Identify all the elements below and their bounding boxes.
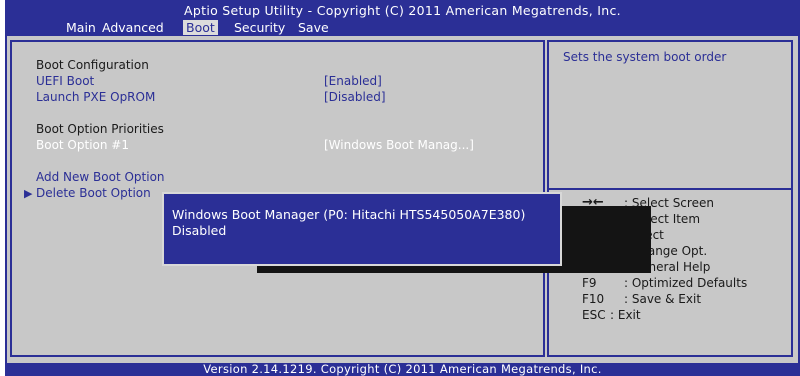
pxe-label: Launch PXE OpROM — [36, 90, 156, 104]
uefi-boot-value[interactable]: [Enabled] — [324, 74, 382, 89]
key-label: F10 — [582, 292, 605, 306]
key-description: : Exit — [610, 308, 641, 322]
pxe-value[interactable]: [Disabled] — [324, 90, 386, 105]
app-title: Aptio Setup Utility - Copyright (C) 2011… — [184, 3, 621, 18]
bios-setup-screen: Aptio Setup Utility - Copyright (C) 2011… — [5, 0, 800, 376]
tab-boot[interactable]: Boot — [183, 20, 218, 35]
key-label: F9 — [582, 276, 597, 290]
boot-option-1-value[interactable]: [Windows Boot Manag...] — [324, 138, 474, 153]
key-label: ESC — [582, 308, 606, 322]
popup-option-disabled[interactable]: Disabled — [172, 223, 226, 238]
version-footer: Version 2.14.1219. Copyright (C) 2011 Am… — [203, 362, 602, 376]
tab-security[interactable]: Security — [231, 20, 288, 35]
help-panel: Sets the system boot order →← : Select S… — [547, 40, 793, 357]
uefi-boot-label: UEFI Boot — [36, 74, 95, 88]
section-label: Boot Option Priorities — [36, 122, 164, 136]
tab-save-exit[interactable]: Save & Exit — [295, 20, 332, 65]
popup-option-windows-boot-manager[interactable]: Windows Boot Manager (P0: Hitachi HTS545… — [172, 207, 525, 222]
tab-advanced[interactable]: Advanced — [99, 20, 167, 35]
header-bar: Aptio Setup Utility - Copyright (C) 2011… — [5, 0, 800, 65]
key-description: : Optimized Defaults — [624, 276, 748, 290]
delete-boot-option-label: Delete Boot Option — [36, 186, 151, 200]
tab-main[interactable]: Main — [63, 20, 99, 35]
boot-option-1-label: Boot Option #1 — [36, 138, 129, 152]
add-new-boot-option-label: Add New Boot Option — [36, 170, 165, 184]
section-label: Boot Configuration — [36, 58, 149, 72]
key-description: : Save & Exit — [624, 292, 702, 306]
help-divider — [549, 188, 791, 190]
submenu-arrow-icon: ▶ — [24, 187, 33, 200]
help-description: Sets the system boot order — [563, 50, 727, 64]
delete-boot-option-popup[interactable]: Windows Boot Manager (P0: Hitachi HTS545… — [162, 192, 562, 266]
